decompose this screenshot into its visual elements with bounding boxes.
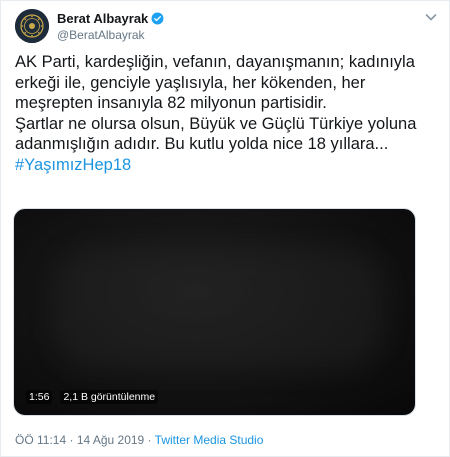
chevron-down-icon[interactable] <box>423 9 439 25</box>
video-meta: 1:56 2,1 B görüntülenme <box>26 390 159 404</box>
avatar-emblem-icon <box>15 9 49 43</box>
video-duration: 1:56 <box>26 390 53 404</box>
footer-separator: · <box>66 433 77 447</box>
hashtag-link[interactable]: #YaşımızHep18 <box>15 156 131 174</box>
tweet-line: erkeği ile, genciyle yaşlısıyla, her kök… <box>15 73 366 92</box>
tweet-footer: ÖÖ 11:14 · 14 Ağu 2019 · Twitter Media S… <box>15 433 263 447</box>
tweet-source-link[interactable]: Twitter Media Studio <box>155 433 264 447</box>
video-player[interactable]: 1:56 2,1 B görüntülenme <box>13 208 416 416</box>
hashtag-line: #YaşımızHep18 <box>15 155 441 176</box>
tweet-line: adanmışlığın adıdır. Bu kutlu yolda nice… <box>15 135 389 153</box>
tweet-line: meşrepten insanıyla 82 milyonun partisid… <box>15 94 327 112</box>
avatar[interactable] <box>15 9 49 43</box>
tweet-time[interactable]: ÖÖ 11:14 <box>15 433 66 447</box>
video-frame <box>54 249 384 369</box>
tweet-line: Şartlar ne olursa olsun, Büyük ve Güçlü … <box>15 114 417 133</box>
tweet-card: Berat Albayrak @BeratAlbayrak AK Parti, … <box>0 0 450 457</box>
display-name-row: Berat Albayrak <box>57 10 164 26</box>
tweet-line: AK Parti, kardeşliğin, vefanın, dayanışm… <box>15 53 415 71</box>
author-display-name[interactable]: Berat Albayrak <box>57 11 148 26</box>
verified-badge-icon <box>151 12 164 24</box>
video-views: 2,1 B görüntülenme <box>60 390 159 404</box>
tweet-date[interactable]: 14 Ağu 2019 <box>77 433 144 447</box>
author-handle[interactable]: @BeratAlbayrak <box>57 28 164 42</box>
footer-separator: · <box>144 433 155 447</box>
tweet-header: Berat Albayrak @BeratAlbayrak <box>15 9 439 43</box>
author-names: Berat Albayrak @BeratAlbayrak <box>57 10 164 42</box>
tweet-text: AK Parti, kardeşliğin, vefanın, dayanışm… <box>15 52 441 175</box>
